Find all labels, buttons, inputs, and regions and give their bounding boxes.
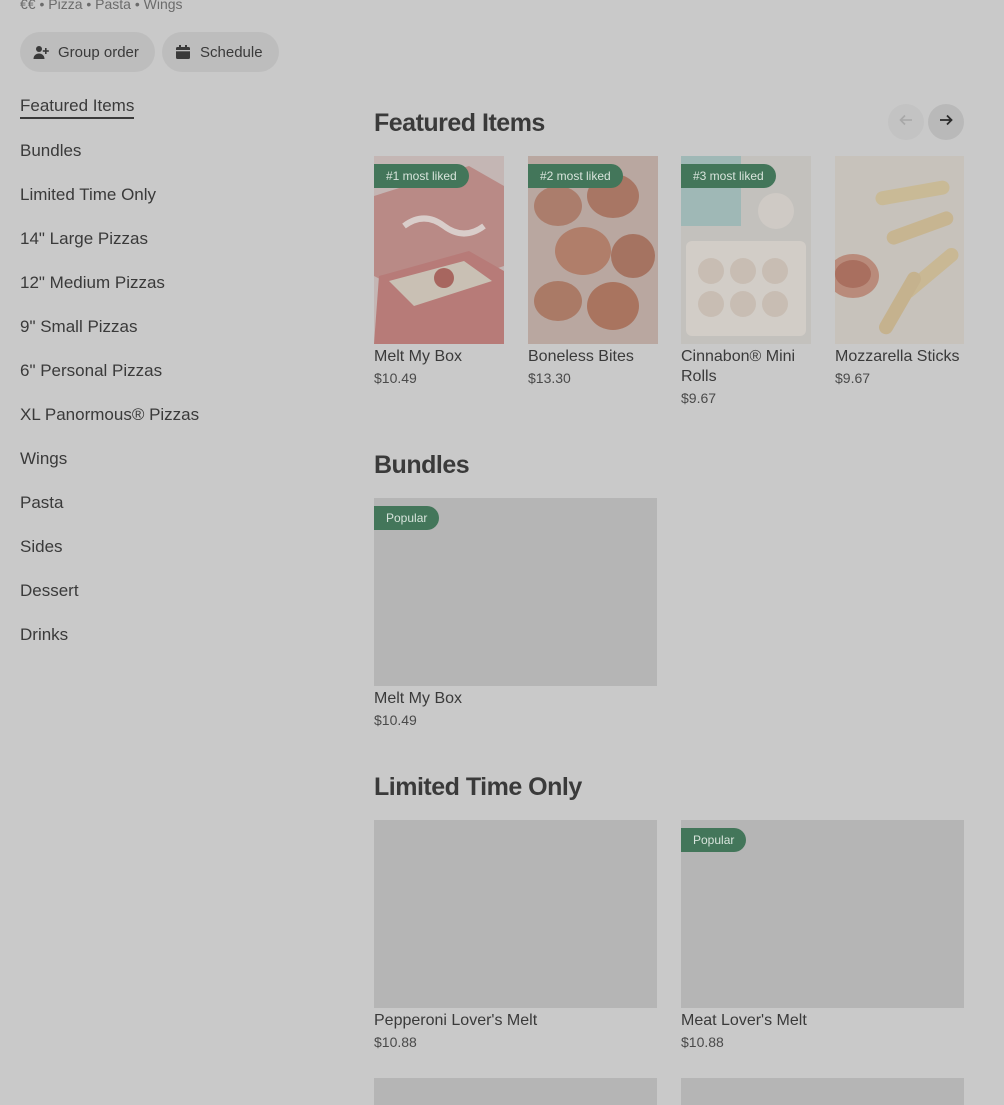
item-price: $10.88 — [374, 1034, 417, 1050]
item-image: Popular — [374, 498, 657, 686]
nav-item-personal-pizzas[interactable]: 6" Personal Pizzas — [20, 361, 162, 381]
item-image — [681, 1078, 964, 1105]
item-price: $10.49 — [374, 712, 417, 728]
nav-item-small-pizzas[interactable]: 9" Small Pizzas — [20, 317, 138, 337]
item-price: $13.30 — [528, 370, 571, 386]
item-name: Pepperoni Lover's Melt — [374, 1012, 538, 1029]
mozzarella-sticks-photo — [835, 156, 964, 344]
item-image — [374, 1078, 657, 1105]
nav-item-featured-items[interactable]: Featured Items — [20, 96, 135, 119]
popular-badge: Popular — [681, 828, 747, 852]
featured-item-card[interactable]: #1 most liked Melt My Box $10.49 — [374, 156, 504, 386]
next-item-card[interactable] — [681, 1078, 964, 1105]
item-image: #3 most liked — [681, 156, 811, 344]
group-order-button[interactable]: Group order — [20, 32, 155, 72]
nav-item-sides[interactable]: Sides — [20, 537, 63, 557]
featured-item-card[interactable]: #2 most liked Boneless Bites $13.30 — [528, 156, 658, 386]
schedule-label: Schedule — [200, 43, 263, 61]
item-name: Boneless Bites — [528, 348, 634, 365]
next-item-card[interactable] — [374, 1078, 657, 1105]
bundle-item-card[interactable]: Popular Melt My Box $10.49 — [374, 498, 657, 728]
arrow-right-icon — [938, 112, 954, 133]
popular-badge: Popular — [374, 506, 440, 530]
limited-time-heading: Limited Time Only — [374, 773, 582, 801]
item-name: Melt My Box — [374, 690, 463, 707]
nav-item-wings[interactable]: Wings — [20, 449, 67, 469]
featured-item-card[interactable]: Mozzarella Sticks $9.67 — [835, 156, 964, 386]
carousel-prev-button[interactable] — [888, 104, 924, 140]
restaurant-tags: €€ • Pizza • Pasta • Wings — [20, 0, 183, 12]
nav-item-dessert[interactable]: Dessert — [20, 581, 79, 601]
limited-item-card[interactable]: Pepperoni Lover's Melt $10.88 — [374, 820, 657, 1050]
nav-item-limited-time-only[interactable]: Limited Time Only — [20, 185, 156, 205]
rank-badge: #3 most liked — [681, 164, 776, 188]
nav-item-drinks[interactable]: Drinks — [20, 625, 68, 645]
rank-badge: #2 most liked — [528, 164, 623, 188]
carousel-next-button[interactable] — [928, 104, 964, 140]
item-image: #1 most liked — [374, 156, 504, 344]
item-name: Meat Lover's Melt — [681, 1012, 807, 1029]
featured-item-card[interactable]: #3 most liked Cinnabon® Mini Rolls $9.67 — [681, 156, 811, 406]
rank-badge: #1 most liked — [374, 164, 469, 188]
calendar-icon — [175, 44, 191, 60]
nav-item-pasta[interactable]: Pasta — [20, 493, 63, 513]
item-price: $9.67 — [835, 370, 871, 386]
limited-item-card[interactable]: Popular Meat Lover's Melt $10.88 — [681, 820, 964, 1050]
item-name: Cinnabon® Mini Rolls — [681, 348, 796, 385]
nav-item-medium-pizzas[interactable]: 12" Medium Pizzas — [20, 273, 165, 293]
item-image: #2 most liked — [528, 156, 658, 344]
item-price: $10.49 — [374, 370, 417, 386]
bundles-heading: Bundles — [374, 451, 470, 479]
nav-item-xl-panormous-pizzas[interactable]: XL Panormous® Pizzas — [20, 405, 199, 425]
nav-item-large-pizzas[interactable]: 14" Large Pizzas — [20, 229, 148, 249]
group-order-label: Group order — [58, 43, 139, 61]
featured-items-heading: Featured Items — [374, 109, 545, 137]
item-image — [374, 820, 657, 1008]
item-image — [835, 156, 964, 344]
arrow-left-icon — [898, 112, 914, 133]
schedule-button[interactable]: Schedule — [162, 32, 279, 72]
featured-carousel: #1 most liked Melt My Box $10.49 #2 most… — [374, 156, 964, 416]
item-name: Mozzarella Sticks — [835, 348, 960, 365]
item-price: $9.67 — [681, 390, 717, 406]
item-name: Melt My Box — [374, 348, 463, 365]
item-image: Popular — [681, 820, 964, 1008]
nav-item-bundles[interactable]: Bundles — [20, 141, 81, 161]
add-person-icon — [33, 44, 49, 60]
item-price: $10.88 — [681, 1034, 724, 1050]
